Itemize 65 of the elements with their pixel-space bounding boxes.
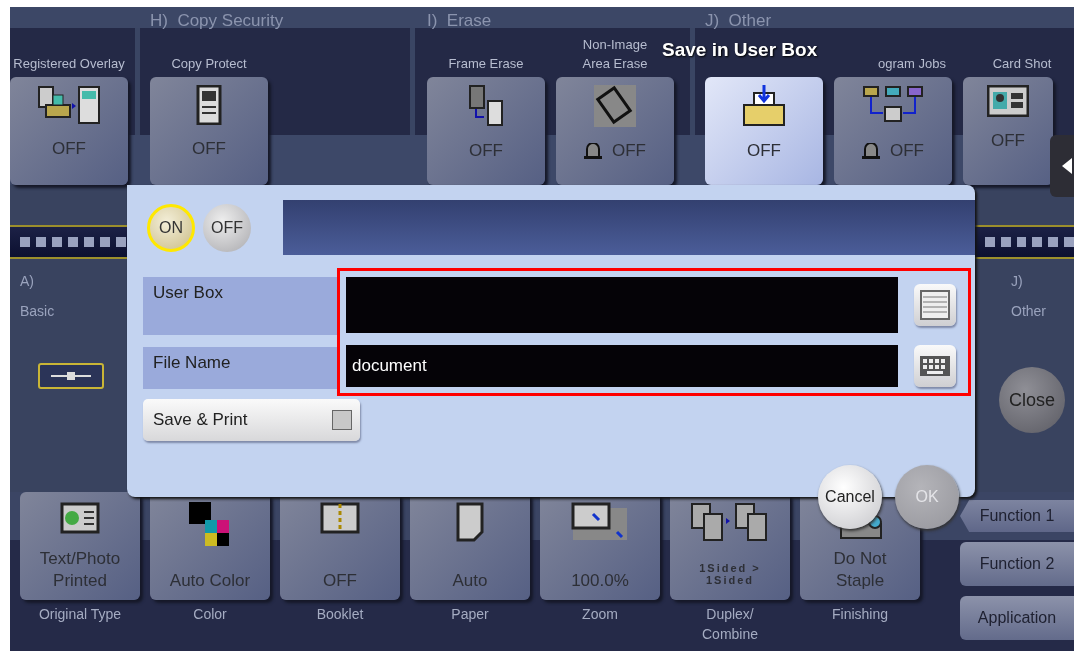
paper-icon <box>456 502 484 542</box>
function-button[interactable]: OFF <box>150 77 268 185</box>
keyboard-icon <box>919 355 951 377</box>
group-title: J) Other <box>705 11 772 31</box>
function-label: Non-Image Area Erase <box>582 36 648 73</box>
side-tab[interactable]: Application <box>960 596 1074 640</box>
slider-icon <box>51 372 91 380</box>
panel-letter: A) <box>20 273 35 289</box>
field-label: File Name <box>143 347 339 389</box>
function-button[interactable]: OFF <box>963 77 1053 185</box>
color-squares-icon <box>189 502 231 546</box>
function-button[interactable]: OFF <box>556 77 674 185</box>
setting-label: Zoom <box>582 605 618 624</box>
back-arrow-icon <box>1062 158 1074 174</box>
function-button[interactable]: OFF <box>10 77 128 185</box>
cancel-button[interactable]: Cancel <box>818 465 882 529</box>
close-button[interactable]: Close <box>999 367 1065 433</box>
function-label: Copy Protect <box>171 55 247 73</box>
side-tab[interactable]: Function 2 <box>960 542 1074 586</box>
function-label: Card Shot <box>992 55 1052 73</box>
setting-label: Paper <box>451 605 489 624</box>
zoom-icon <box>571 502 629 542</box>
function-button[interactable]: OFF <box>705 77 823 185</box>
panel-title: Basic <box>20 303 56 319</box>
checkbox[interactable] <box>332 410 352 430</box>
setting-label: Duplex/ Combine <box>702 605 758 644</box>
list-icon <box>920 290 950 320</box>
duplex-icon <box>690 502 770 542</box>
tab-strip[interactable] <box>975 225 1074 259</box>
function-label: ogram Jobs <box>878 55 947 73</box>
panel-letter: J) <box>1011 273 1024 289</box>
setting-label: Finishing <box>832 605 888 624</box>
toggle-button[interactable]: ON <box>147 203 195 252</box>
side-tab[interactable]: Function 1 <box>960 500 1074 532</box>
separator-button[interactable] <box>38 363 104 389</box>
list-button[interactable] <box>914 284 956 326</box>
function-label: Frame Erase <box>448 55 524 73</box>
toggle-button[interactable]: OFF <box>203 203 251 252</box>
group-title: I) Erase <box>427 11 492 31</box>
setting-label: Booklet <box>316 605 364 624</box>
function-button[interactable]: OFF <box>834 77 952 185</box>
tray-save-icon <box>742 85 786 127</box>
group-title: H) Copy Security <box>150 11 284 31</box>
setting-label: Color <box>193 605 227 624</box>
function-title: Save in User Box <box>662 39 818 61</box>
overlay-icon <box>38 85 100 125</box>
back-tab[interactable] <box>1050 135 1074 197</box>
function-label: Registered Overlay <box>13 55 125 73</box>
open-book-icon <box>60 502 100 534</box>
memory-icon <box>584 143 602 159</box>
input-field[interactable]: document <box>346 345 898 387</box>
setting-label: Original Type <box>38 605 122 624</box>
input-field[interactable] <box>346 277 898 333</box>
save-print-button[interactable]: Save & Print <box>143 399 360 441</box>
function-button[interactable]: OFF <box>427 77 545 185</box>
id-card-icon <box>987 85 1029 117</box>
document-icon <box>196 85 222 125</box>
tab-strip[interactable] <box>10 225 127 259</box>
memory-icon <box>862 143 880 159</box>
booklet-icon <box>320 502 360 534</box>
keyboard-button[interactable] <box>914 345 956 387</box>
panel-title: Other <box>1011 303 1047 319</box>
tilted-page-icon <box>594 85 636 127</box>
setting-button[interactable]: Text/Photo Printed <box>20 492 140 600</box>
field-label: User Box <box>143 277 339 335</box>
